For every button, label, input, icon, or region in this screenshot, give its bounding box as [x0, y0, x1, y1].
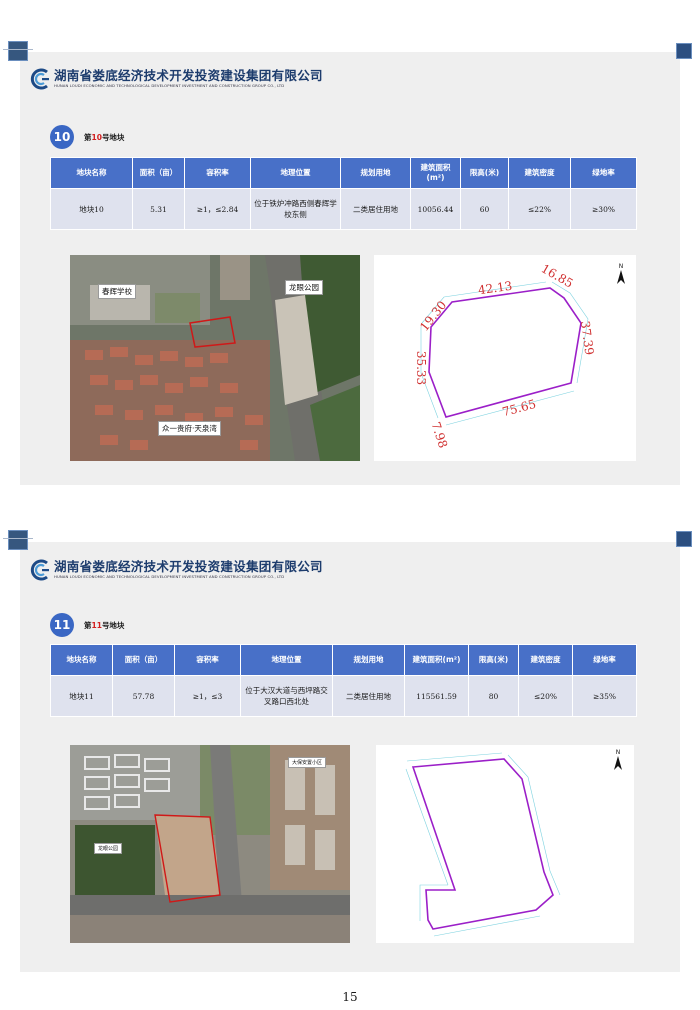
cell-far: ≥1，≤3	[174, 675, 241, 717]
plot-11-aerial-map: 大保安置小区 龙眼公园	[70, 745, 350, 943]
table-header-row: 地块名称 面积（亩） 容积率 地理位置 规划用地 建筑面积(m²) 限高(米) …	[50, 157, 637, 189]
header-far: 容积率	[174, 644, 241, 676]
cell-green: ≥35%	[572, 675, 637, 717]
page-number: 15	[342, 990, 358, 1004]
plot-heading: 第11号地块	[84, 620, 124, 631]
header-name: 地块名称	[50, 157, 133, 189]
north-label: N	[618, 263, 624, 270]
header-area: 面积（亩）	[112, 644, 175, 676]
north-arrow-icon: N	[615, 263, 627, 286]
header-height: 限高(米)	[460, 157, 509, 189]
company-logo-icon	[30, 68, 49, 90]
table-header-row: 地块名称 面积（亩） 容积率 地理位置 规划用地 建筑面积(m²) 限高(米) …	[50, 644, 637, 676]
cell-land-use: 二类居住用地	[332, 675, 405, 717]
header-green: 绿地率	[572, 644, 637, 676]
header-land-use: 规划用地	[340, 157, 411, 189]
cell-height: 60	[460, 188, 509, 230]
map-label-estate: 众一贵府·天泉湾	[158, 421, 221, 436]
boundary-drawing	[405, 752, 561, 937]
map-label-resettlement: 大保安置小区	[288, 757, 327, 768]
cell-height: 80	[468, 675, 519, 717]
plot-heading-number: 11	[91, 621, 102, 630]
company-name-cn: 湖南省娄底经济技术开发投资建设集团有限公司	[54, 559, 323, 574]
company-logo: 湖南省娄底经济技术开发投资建设集团有限公司 HUNAN LOUDI ECONOM…	[28, 68, 323, 90]
plot-heading: 第10号地块	[84, 132, 124, 143]
corner-ornament-left	[3, 41, 33, 61]
header-green: 绿地率	[570, 157, 637, 189]
company-name-en: HUNAN LOUDI ECONOMIC AND TECHNOLOGICAL D…	[54, 83, 285, 88]
plot-11-boundary-diagram: N	[376, 745, 634, 943]
corner-ornament-right	[676, 531, 692, 547]
dimension-label: 35.33	[414, 350, 429, 386]
header-land-use: 规划用地	[332, 644, 405, 676]
header-density: 建筑密度	[508, 157, 571, 189]
cell-density: ≤20%	[518, 675, 573, 717]
header-floor-area: 建筑面积(m²)	[404, 644, 469, 676]
header-location: 地理位置	[240, 644, 333, 676]
cell-density: ≤22%	[508, 188, 571, 230]
plot-heading-prefix: 第	[84, 621, 92, 630]
cell-land-use: 二类居住用地	[340, 188, 411, 230]
plot-heading-prefix: 第	[84, 133, 92, 142]
company-name-cn: 湖南省娄底经济技术开发投资建设集团有限公司	[54, 68, 323, 83]
map-label-school: 春辉学校	[98, 284, 136, 299]
plot-heading-suffix: 号地块	[101, 621, 125, 630]
table-row: 地块10 5.31 ≥1，≤2.84 位于铁炉冲路西侧春辉学校东侧 二类居住用地…	[50, 188, 637, 230]
corner-ornament-left	[3, 530, 33, 550]
cell-far: ≥1，≤2.84	[184, 188, 251, 230]
plot-number-badge: 11	[50, 613, 74, 637]
header-area: 面积（亩）	[132, 157, 185, 189]
cell-name: 地块11	[50, 675, 113, 717]
header-height: 限高(米)	[468, 644, 519, 676]
north-arrow-icon: N	[612, 749, 624, 772]
table-row: 地块11 57.78 ≥1，≤3 位于大汉大道与西坪路交叉路口西北处 二类居住用…	[50, 675, 637, 717]
header-name: 地块名称	[50, 644, 113, 676]
company-name-en: HUNAN LOUDI ECONOMIC AND TECHNOLOGICAL D…	[54, 574, 285, 579]
map-label-park: 龙眼公园	[94, 843, 123, 854]
header-far: 容积率	[184, 157, 251, 189]
cell-area: 5.31	[132, 188, 185, 230]
plot-11-table: 地块名称 面积（亩） 容积率 地理位置 规划用地 建筑面积(m²) 限高(米) …	[50, 644, 637, 717]
cell-location: 位于大汉大道与西坪路交叉路口西北处	[240, 675, 333, 717]
map-label-park: 龙眼公园	[285, 280, 323, 295]
plot-10-boundary-diagram: N 19.30 42.13 16.85 37.39 75.65 7.98 35.…	[374, 255, 636, 461]
company-logo-icon	[30, 559, 49, 581]
plot-heading-suffix: 号地块	[101, 133, 125, 142]
header-location: 地理位置	[250, 157, 341, 189]
cell-floor-area: 115561.59	[404, 675, 469, 717]
header-density: 建筑密度	[518, 644, 573, 676]
cell-floor-area: 10056.44	[410, 188, 461, 230]
plot-number-badge: 10	[50, 125, 74, 149]
cell-area: 57.78	[112, 675, 175, 717]
plot-10-table: 地块名称 面积（亩） 容积率 地理位置 规划用地 建筑面积(m²) 限高(米) …	[50, 157, 637, 230]
north-label: N	[615, 749, 621, 756]
corner-ornament-right	[676, 43, 692, 59]
plot-heading-number: 10	[91, 133, 102, 142]
plot-10-aerial-map: 春辉学校 龙眼公园 众一贵府·天泉湾	[70, 255, 360, 461]
header-floor-area: 建筑面积(m²)	[410, 157, 461, 189]
company-logo: 湖南省娄底经济技术开发投资建设集团有限公司 HUNAN LOUDI ECONOM…	[28, 559, 323, 581]
cell-green: ≥30%	[570, 188, 637, 230]
cell-location: 位于铁炉冲路西侧春辉学校东侧	[250, 188, 341, 230]
cell-name: 地块10	[50, 188, 133, 230]
